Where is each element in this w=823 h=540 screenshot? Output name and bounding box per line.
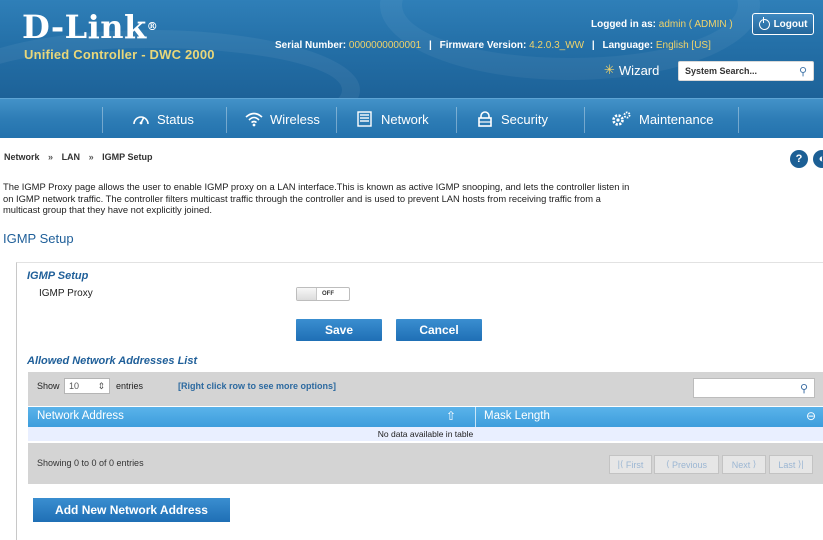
cancel-button[interactable]: Cancel [396,319,482,341]
product-name: Unified Controller - DWC 2000 [24,47,215,62]
next-icon: ⟩ [750,459,757,469]
table-search-input[interactable]: ⚲ [693,378,815,398]
main-nav: Status Wireless Network Security Mainten… [0,98,823,138]
igmp-proxy-label: IGMP Proxy [39,288,93,299]
select-arrows-icon: ⇕ [97,380,105,391]
breadcrumb: Network » LAN » IGMP Setup [4,152,153,162]
pager-next-button[interactable]: Next ⟩ [722,455,766,474]
pager-previous-button[interactable]: ⟨ Previous [654,455,719,474]
nav-wireless[interactable]: Wireless [245,99,320,139]
page-title: IGMP Setup [3,231,74,246]
column-mask-length[interactable]: Mask Length [484,410,550,422]
help-icon[interactable]: ? [790,150,808,168]
table-header [28,407,823,427]
toggle-knob [297,288,317,300]
firmware-version: 4.2.0.3_WW [529,40,585,51]
logout-button[interactable]: Logout [752,13,814,35]
page-size-select[interactable]: 10 ⇕ [64,378,110,394]
igmp-proxy-toggle[interactable]: OFF [296,287,350,301]
nav-network[interactable]: Network [356,99,429,139]
pager-first-button[interactable]: |⟨ First [609,455,652,474]
dlink-logo: D-Link® [22,8,159,46]
column-network-address[interactable]: Network Address [37,410,124,422]
serial-number: 0000000000001 [348,40,422,51]
pager-last-button[interactable]: Last ⟩| [769,455,813,474]
toggle-state: OFF [322,291,334,297]
nav-security[interactable]: Security [476,99,548,139]
search-icon: ⚲ [799,382,808,395]
breadcrumb-network[interactable]: Network [4,152,40,162]
gears-icon [612,111,631,126]
entries-label: entries [116,381,144,391]
system-search-input[interactable]: System Search... ⚲ [678,61,814,81]
save-button[interactable]: Save [296,319,382,341]
logged-in-user: admin ( ADMIN ) [658,19,733,30]
show-label: Show [37,381,60,391]
page-description: The IGMP Proxy page allows the user to e… [3,181,630,215]
breadcrumb-igmp-setup: IGMP Setup [102,152,153,162]
login-info: Logged in as: admin ( ADMIN ) [591,19,733,30]
section-title: IGMP Setup [27,270,89,282]
wifi-icon [245,112,263,127]
search-icon[interactable]: ⚲ [799,65,807,78]
sort-icon[interactable]: ⊖ [806,409,816,423]
power-icon [758,16,770,30]
wizard-link[interactable]: ✳ Wizard [604,62,659,78]
language-value: English [US] [655,40,711,51]
table-empty-row: No data available in table [28,427,823,441]
gauge-icon [133,116,149,125]
device-info: Serial Number: 0000000000001 | Firmware … [275,40,711,51]
nav-maintenance[interactable]: Maintenance [610,99,713,139]
lock-icon [478,111,492,127]
column-divider [475,407,476,427]
server-icon [357,111,372,127]
breadcrumb-lan[interactable]: LAN [62,152,81,162]
nav-status[interactable]: Status [132,99,194,139]
add-network-address-button[interactable]: Add New Network Address [33,498,230,522]
table-hint: [Right click row to see more options] [178,381,337,391]
last-icon: ⟩| [795,459,804,469]
first-icon: |⟨ [617,459,626,469]
table-info: Showing 0 to 0 of 0 entries [37,458,144,468]
list-title: Allowed Network Addresses List [27,355,198,367]
wand-icon: ✳ [604,62,615,77]
sort-asc-icon[interactable]: ⇧ [446,409,456,423]
refresh-icon[interactable]: ◐ [813,150,823,168]
